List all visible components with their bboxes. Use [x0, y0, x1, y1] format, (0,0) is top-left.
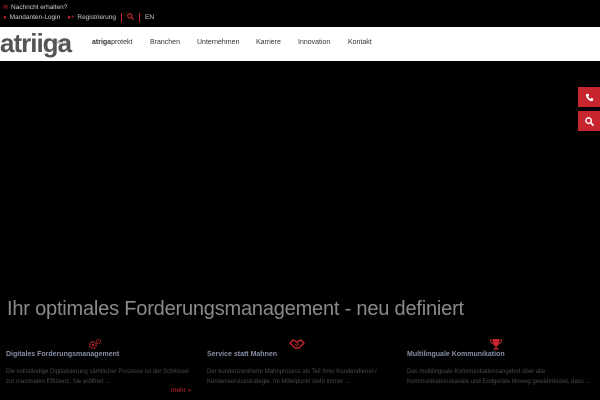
utility-bar: ✉ Nachricht erhalten? ● Mandanten-Login …	[0, 0, 600, 26]
newsletter-link[interactable]: Nachricht erhalten?	[11, 4, 67, 11]
more-link[interactable]: mehr »	[171, 387, 191, 394]
feature-text: Der kundenzentrierte Mahnprozess als Tei…	[207, 369, 377, 385]
envelope-icon: ✉	[3, 4, 9, 11]
nav-item-karriere[interactable]: Karriere	[256, 39, 281, 46]
hero-title: Ihr optimales Forderungsmanagement - neu…	[7, 298, 464, 320]
feature-title: Service statt Mahnen	[207, 351, 278, 358]
main-header: ment atriiga atrigaprotekt Branchen Unte…	[0, 27, 600, 61]
nav-item-atrigaprotekt[interactable]: atrigaprotekt	[92, 39, 132, 46]
search-icon	[584, 116, 594, 126]
login-link[interactable]: Mandanten-Login	[10, 14, 61, 21]
side-search-button[interactable]	[578, 111, 600, 131]
utility-row-top: ✉ Nachricht erhalten?	[3, 4, 67, 11]
utility-row-bottom: ● Mandanten-Login ●+ Registrierung EN	[3, 13, 154, 22]
search-icon[interactable]	[127, 13, 135, 22]
gears-icon	[88, 338, 102, 350]
divider	[121, 13, 123, 22]
feature-title: Digitales Forderungsmanagement	[6, 351, 120, 358]
user-plus-icon: ●+	[67, 14, 75, 21]
trophy-icon	[489, 339, 503, 350]
user-icon: ●	[3, 14, 7, 21]
nav-item-unternehmen[interactable]: Unternehmen	[197, 39, 239, 46]
nav-item-branchen[interactable]: Branchen	[150, 39, 180, 46]
divider	[139, 13, 141, 22]
feature-text: Die vollständige Digitalisierung sämtlic…	[6, 369, 189, 385]
nav-item-kontakt[interactable]: Kontakt	[348, 39, 372, 46]
language-switch[interactable]: EN	[145, 14, 154, 21]
feature-text: Das multilinguale Kommunikationsangebot …	[407, 369, 591, 385]
phone-button[interactable]	[578, 87, 600, 107]
logo[interactable]: atriiga	[0, 28, 72, 58]
feature-title: Multilinguale Kommunikation	[407, 351, 505, 358]
phone-icon	[585, 93, 593, 101]
nav-item-innovation[interactable]: Innovation	[298, 39, 330, 46]
register-link[interactable]: Registrierung	[77, 14, 116, 21]
logo-text: atriiga	[0, 28, 72, 58]
handshake-icon	[289, 339, 305, 349]
